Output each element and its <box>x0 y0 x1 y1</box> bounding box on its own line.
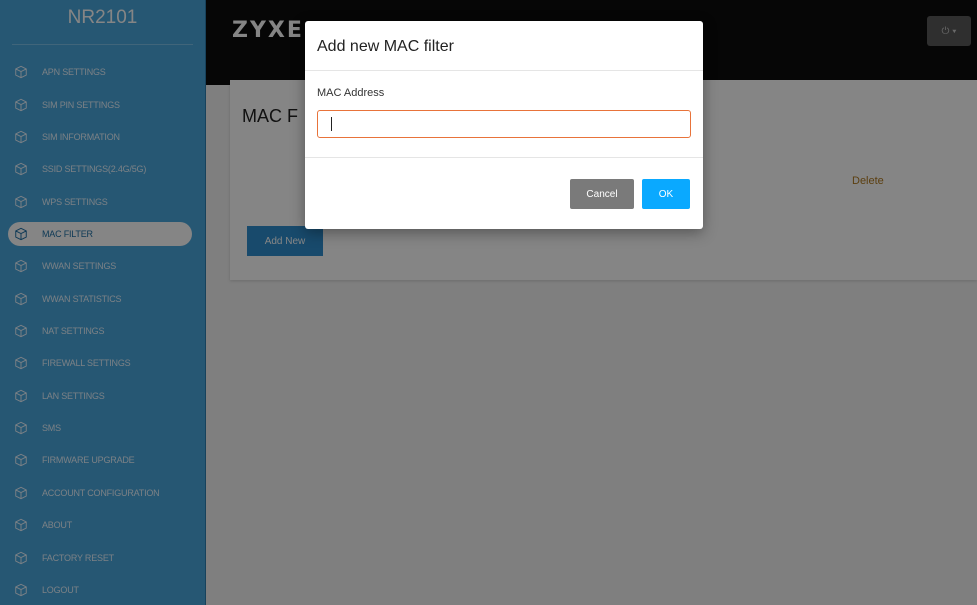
cancel-button[interactable]: Cancel <box>570 179 634 209</box>
mac-address-input[interactable] <box>317 110 691 138</box>
dialog-title: Add new MAC filter <box>317 38 454 55</box>
ok-button[interactable]: OK <box>642 179 690 209</box>
mac-address-label: MAC Address <box>317 87 385 99</box>
add-mac-filter-dialog: Add new MAC filter MAC Address Cancel OK <box>305 21 703 229</box>
dialog-footer-divider <box>305 157 703 158</box>
dialog-header-divider <box>305 70 703 71</box>
text-caret <box>331 117 332 131</box>
